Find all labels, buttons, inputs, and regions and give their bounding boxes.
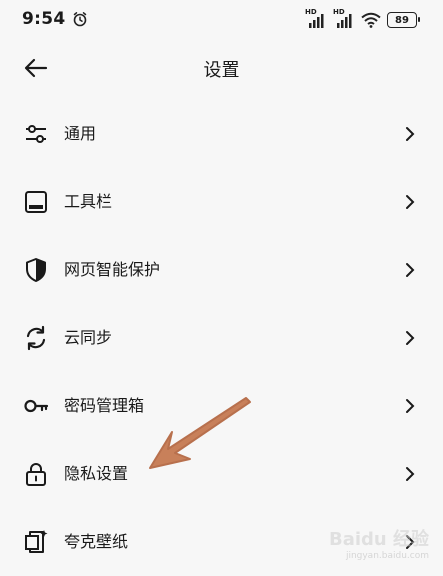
settings-item-label: 网页智能保护 xyxy=(64,260,161,279)
page-title: 设置 xyxy=(203,60,240,81)
settings-item-general[interactable]: 通用 xyxy=(0,100,443,168)
settings-item-cloud-sync[interactable]: 云同步 xyxy=(0,304,443,372)
sync-icon xyxy=(26,325,46,351)
signal-icon-1: HD xyxy=(305,8,327,29)
lock-icon xyxy=(26,463,46,486)
alarm-icon xyxy=(73,12,87,27)
chevron-right-icon xyxy=(406,127,415,141)
chevron-right-icon xyxy=(406,331,415,345)
chevron-right-icon xyxy=(406,263,415,277)
settings-item-label: 通用 xyxy=(64,124,97,143)
key-icon xyxy=(24,399,49,413)
settings-item-password-manager[interactable]: 密码管理箱 xyxy=(0,372,443,440)
chevron-right-icon xyxy=(406,195,415,209)
settings-item-label: 隐私设置 xyxy=(64,464,129,483)
toolbar-icon xyxy=(25,191,47,213)
status-bar: 9:54 HD HD 89 xyxy=(0,0,443,40)
watermark-url: jingyan.baidu.com xyxy=(345,551,429,561)
chevron-right-icon xyxy=(406,399,415,413)
wifi-icon xyxy=(361,12,381,28)
sliders-icon xyxy=(26,125,46,143)
page-header: 设置 xyxy=(0,44,443,90)
wallpaper-icon xyxy=(25,530,48,553)
status-icons: HD HD 89 xyxy=(305,8,420,30)
settings-item-label: 密码管理箱 xyxy=(64,396,145,415)
settings-item-toolbar[interactable]: 工具栏 xyxy=(0,168,443,236)
watermark-logo: Baidu 经验 xyxy=(328,529,429,550)
watermark: Baidu 经验 jingyan.baidu.com xyxy=(329,525,429,561)
settings-item-privacy[interactable]: 隐私设置 xyxy=(0,440,443,508)
chevron-right-icon xyxy=(406,467,415,481)
battery-indicator: 89 xyxy=(387,12,420,28)
status-time: 9:54 xyxy=(22,9,66,29)
settings-item-label: 工具栏 xyxy=(64,192,113,211)
settings-item-label: 云同步 xyxy=(64,328,113,347)
settings-item-web-protection[interactable]: 网页智能保护 xyxy=(0,236,443,304)
shield-icon xyxy=(26,258,46,282)
settings-item-label: 夸克壁纸 xyxy=(64,532,129,551)
signal-icon-2: HD xyxy=(333,8,355,29)
